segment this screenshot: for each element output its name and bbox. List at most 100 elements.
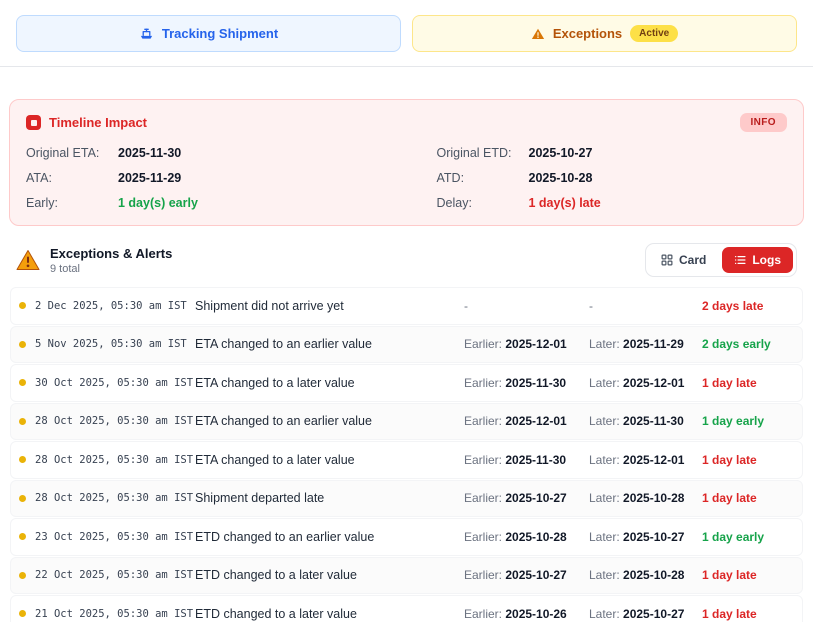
log-earlier: Earlier: 2025-10-26 [464, 607, 589, 621]
log-later-label: Later: [589, 375, 624, 390]
log-row[interactable]: 23 Oct 2025, 05:30 am IST ETD changed to … [10, 518, 803, 556]
log-later-value: 2025-12-01 [623, 375, 685, 390]
field-value: 2025-11-29 [118, 171, 182, 185]
status-dot-icon [19, 417, 26, 425]
log-row[interactable]: 28 Oct 2025, 05:30 am IST ETA changed to … [10, 402, 803, 440]
timeline-fields: Original ETA: 2025-11-30 Original ETD: 2025… [26, 146, 787, 210]
log-later: Later: 2025-10-27 [589, 607, 702, 621]
log-status: 2 days late [702, 298, 764, 313]
log-earlier-value: 2025-11-30 [505, 452, 567, 467]
log-earlier-label: Earlier: [464, 337, 506, 352]
log-later-label: Later: [589, 414, 624, 429]
tab-tracking-shipment[interactable]: Tracking Shipment [16, 15, 401, 52]
log-later-value: 2025-11-29 [623, 337, 684, 352]
field-label: Original ETD: [436, 146, 512, 160]
log-earlier: Earlier: 2025-10-27 [464, 491, 589, 505]
ship-icon [139, 26, 154, 41]
timeline-impact-icon [26, 115, 41, 130]
status-dot-icon [19, 456, 26, 464]
log-later-value: 2025-10-28 [623, 491, 685, 506]
log-timestamp: 22 Oct 2025, 05:30 am IST [35, 569, 194, 582]
log-later: Later: 2025-11-30 [589, 414, 702, 428]
log-later-label: Later: [589, 568, 624, 583]
log-description: ETA changed to a later value [195, 375, 355, 390]
status-dot-icon [19, 494, 26, 502]
timeline-field: Early: 1 day(s) early [26, 196, 377, 210]
log-earlier-label: Earlier: [464, 414, 506, 429]
log-status: 1 day late [702, 568, 757, 583]
log-timestamp: 28 Oct 2025, 05:30 am IST [35, 492, 194, 505]
timeline-field: ATD: 2025-10-28 [437, 171, 788, 185]
list-icon [734, 254, 746, 266]
log-status: 1 day early [702, 529, 765, 544]
log-row[interactable]: 21 Oct 2025, 05:30 am IST ETD changed to … [10, 595, 803, 622]
log-earlier-value: 2025-10-28 [505, 529, 567, 544]
log-earlier: Earlier: 2025-12-01 [464, 337, 589, 351]
field-value: 1 day(s) late [528, 196, 601, 210]
log-timestamp: 5 Nov 2025, 05:30 am IST [35, 338, 187, 351]
log-row[interactable]: 2 Dec 2025, 05:30 am IST Shipment did not… [10, 287, 803, 325]
log-later: Later: 2025-10-28 [589, 568, 702, 582]
log-earlier: - [464, 298, 468, 313]
field-value: 2025-10-28 [528, 171, 593, 185]
log-description: ETA changed to an earlier value [195, 414, 372, 429]
field-value: 1 day(s) early [118, 196, 198, 210]
log-later-label: Later: [589, 491, 624, 506]
log-row[interactable]: 5 Nov 2025, 05:30 am IST ETA changed to a… [10, 325, 803, 363]
log-status: 1 day early [702, 414, 765, 429]
log-row[interactable]: 28 Oct 2025, 05:30 am IST ETA changed to … [10, 441, 803, 479]
log-later: Later: 2025-10-27 [589, 530, 702, 544]
logs-view-label: Logs [752, 253, 781, 267]
timeline-impact-card: Timeline Impact INFO Original ETA: 2025-1… [9, 99, 804, 226]
card-view-button[interactable]: Card [649, 247, 718, 273]
log-row[interactable]: 28 Oct 2025, 05:30 am IST Shipment depart… [10, 479, 803, 517]
log-later: Later: 2025-10-28 [589, 491, 702, 505]
active-badge: Active [630, 25, 679, 42]
log-row[interactable]: 22 Oct 2025, 05:30 am IST ETD changed to … [10, 556, 803, 594]
alerts-header: Exceptions & Alerts 9 total Card Logs [16, 243, 797, 277]
log-timestamp: 2 Dec 2025, 05:30 am IST [35, 299, 187, 312]
log-status: 1 day late [702, 452, 757, 467]
log-list: 2 Dec 2025, 05:30 am IST Shipment did not… [10, 287, 803, 622]
log-description: Shipment did not arrive yet [195, 298, 344, 313]
timeline-field: ATA: 2025-11-29 [26, 171, 377, 185]
log-description: ETD changed to an earlier value [195, 529, 375, 544]
field-value: 2025-11-30 [118, 146, 182, 160]
field-label: ATD: [436, 171, 465, 185]
field-label: Delay: [436, 196, 472, 210]
log-earlier-label: Earlier: [464, 452, 506, 467]
field-label: Original ETA: [26, 146, 100, 160]
logs-view-button[interactable]: Logs [722, 247, 793, 273]
log-description: ETA changed to an earlier value [195, 337, 372, 352]
log-later-value: 2025-11-30 [623, 414, 684, 429]
log-earlier-label: Earlier: [464, 606, 506, 621]
status-dot-icon [19, 340, 26, 348]
timeline-impact-title: Timeline Impact [49, 115, 148, 130]
log-later-value: 2025-10-27 [623, 529, 685, 544]
log-row[interactable]: 30 Oct 2025, 05:30 am IST ETA changed to … [10, 364, 803, 402]
log-later: - [589, 298, 593, 313]
log-later-value: 2025-12-01 [623, 452, 685, 467]
info-badge: INFO [739, 113, 787, 132]
log-description: ETA changed to a later value [195, 452, 355, 467]
log-earlier-value: 2025-11-30 [505, 375, 567, 390]
tab-exceptions[interactable]: Exceptions Active [412, 15, 797, 52]
log-earlier-value: 2025-10-26 [505, 606, 567, 621]
warning-icon [531, 27, 545, 41]
log-later: Later: 2025-11-29 [589, 337, 702, 351]
log-earlier: Earlier: 2025-11-30 [464, 376, 589, 390]
view-tabbar: Tracking Shipment Exceptions Active [0, 0, 813, 66]
log-later: Later: 2025-12-01 [589, 376, 702, 390]
log-later-value: 2025-10-28 [623, 568, 685, 583]
warning-triangle-icon [16, 249, 40, 271]
field-label: Early: [26, 196, 58, 210]
log-timestamp: 30 Oct 2025, 05:30 am IST [35, 376, 194, 389]
log-earlier: Earlier: 2025-12-01 [464, 414, 589, 428]
log-earlier-value: 2025-12-01 [505, 337, 567, 352]
tab-tracking-label: Tracking Shipment [161, 26, 279, 41]
timeline-field: Original ETA: 2025-11-30 [26, 146, 377, 160]
log-status: 2 days early [702, 337, 771, 352]
tab-exceptions-label: Exceptions [552, 26, 623, 41]
alerts-count: 9 total [50, 262, 80, 275]
log-earlier-label: Earlier: [464, 491, 506, 506]
